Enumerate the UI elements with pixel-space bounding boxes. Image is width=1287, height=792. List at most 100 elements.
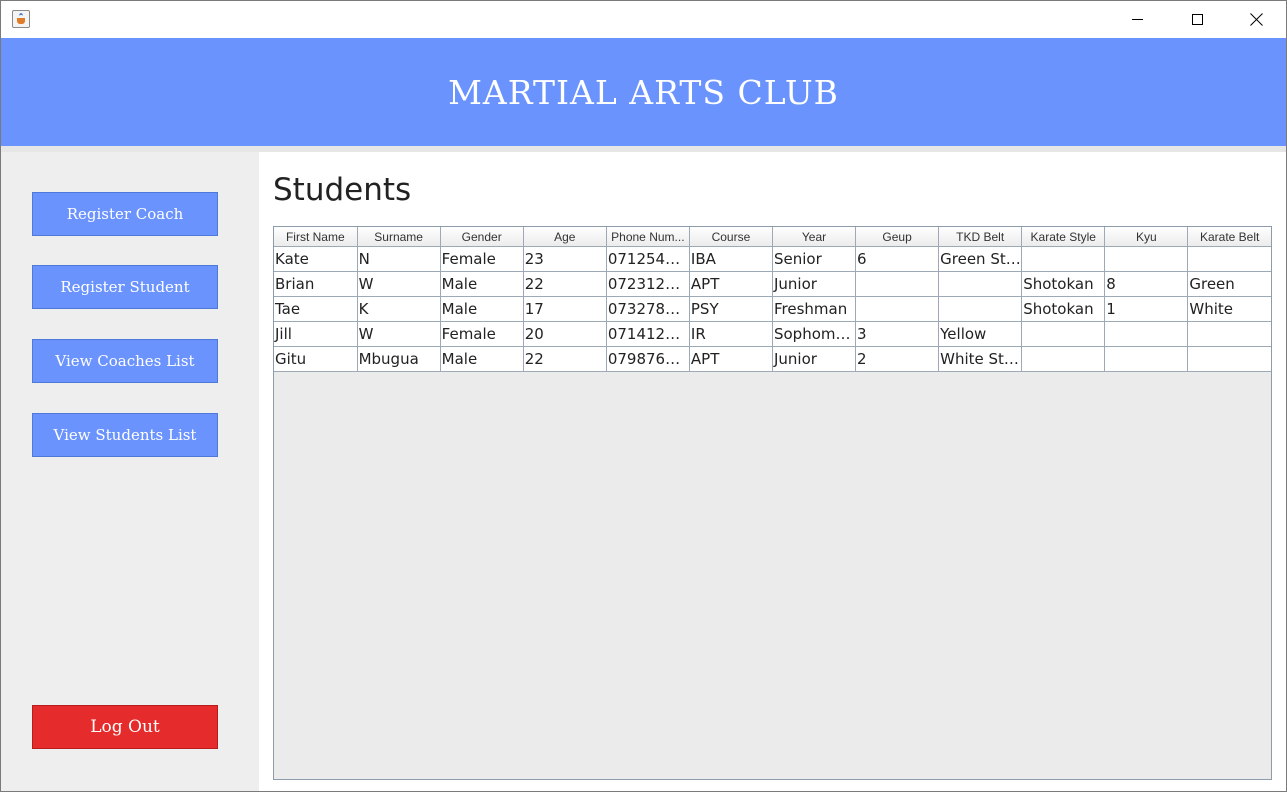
table-row[interactable]: Brian W Male 22 0723123... APT Junior Shotokan 8… xyxy=(274,271,1271,297)
table-cell[interactable]: White xyxy=(1187,296,1271,322)
app-window: MARTIAL ARTS CLUB Register Coach Registe… xyxy=(0,0,1287,792)
table-cell[interactable]: Shotokan xyxy=(1021,271,1106,297)
table-row[interactable]: Tae K Male 17 0732789... PSY Freshman Shotokan 1… xyxy=(274,296,1271,322)
table-row[interactable]: Gitu Mbugua Male 22 0798765... APT Junior 2 Whit… xyxy=(274,346,1271,372)
register-coach-button[interactable]: Register Coach xyxy=(32,192,218,236)
table-cell[interactable]: Junior xyxy=(772,346,857,372)
table-cell[interactable]: W xyxy=(357,321,441,347)
table-cell[interactable] xyxy=(1104,246,1189,272)
column-header[interactable]: Year xyxy=(772,227,857,247)
table-cell[interactable]: Female xyxy=(440,246,524,272)
page-title: Students xyxy=(273,172,412,208)
close-button[interactable] xyxy=(1227,1,1285,38)
table-cell[interactable]: N xyxy=(357,246,441,272)
table-cell[interactable]: 17 xyxy=(523,296,607,322)
table-cell[interactable] xyxy=(1021,346,1106,372)
table-cell[interactable]: White Str... xyxy=(938,346,1023,372)
table-cell[interactable]: W xyxy=(357,271,441,297)
table-cell[interactable]: IBA xyxy=(689,246,773,272)
sidebar: Register Coach Register Student View Coa… xyxy=(1,152,259,791)
column-header[interactable]: TKD Belt xyxy=(938,227,1023,247)
table-cell[interactable] xyxy=(1187,246,1271,272)
table-cell[interactable]: 0712546... xyxy=(606,246,690,272)
column-header[interactable]: Course xyxy=(689,227,773,247)
table-cell[interactable]: Brian xyxy=(274,271,358,297)
table-cell[interactable]: APT xyxy=(689,271,773,297)
register-student-button[interactable]: Register Student xyxy=(32,265,218,309)
table-cell[interactable]: Mbugua xyxy=(357,346,441,372)
view-coaches-list-button[interactable]: View Coaches List xyxy=(32,339,218,383)
java-cup-icon[interactable] xyxy=(12,10,30,28)
table-cell[interactable]: Green Str... xyxy=(938,246,1023,272)
table-cell[interactable]: Green xyxy=(1187,271,1271,297)
table-cell[interactable]: 23 xyxy=(523,246,607,272)
app-header: MARTIAL ARTS CLUB xyxy=(1,38,1286,146)
table-cell[interactable]: Senior xyxy=(772,246,857,272)
table-cell[interactable]: 3 xyxy=(855,321,940,347)
table-cell[interactable] xyxy=(938,271,1023,297)
table-cell[interactable]: Junior xyxy=(772,271,857,297)
table-cell[interactable]: PSY xyxy=(689,296,773,322)
minimize-button[interactable] xyxy=(1108,1,1166,38)
table-cell[interactable]: 0714123... xyxy=(606,321,690,347)
column-header[interactable]: Surname xyxy=(357,227,441,247)
table-cell[interactable] xyxy=(1104,346,1189,372)
table-cell[interactable] xyxy=(1187,346,1271,372)
table-cell[interactable] xyxy=(938,296,1023,322)
close-icon xyxy=(1250,13,1263,26)
column-header[interactable]: Karate Style xyxy=(1021,227,1106,247)
table-cell[interactable]: Male xyxy=(440,346,524,372)
table-cell[interactable]: APT xyxy=(689,346,773,372)
table-cell[interactable]: 0798765... xyxy=(606,346,690,372)
table-cell[interactable] xyxy=(1187,321,1271,347)
table-row[interactable]: Kate N Female 23 0712546... IBA Senior 6 Green S… xyxy=(274,246,1271,272)
table-cell[interactable] xyxy=(855,271,940,297)
table-cell[interactable]: 0723123... xyxy=(606,271,690,297)
log-out-button[interactable]: Log Out xyxy=(32,705,218,749)
table-cell[interactable]: 22 xyxy=(523,271,607,297)
table-cell[interactable] xyxy=(1104,321,1189,347)
view-students-list-button[interactable]: View Students List xyxy=(32,413,218,457)
table-cell[interactable]: Freshman xyxy=(772,296,857,322)
table-cell[interactable]: 20 xyxy=(523,321,607,347)
table-cell[interactable] xyxy=(855,296,940,322)
table-cell[interactable]: 0732789... xyxy=(606,296,690,322)
table-cell[interactable]: 6 xyxy=(855,246,940,272)
table-header-row: First Name Surname Gender Age Phone Num... Co… xyxy=(274,227,1271,247)
app-title: MARTIAL ARTS CLUB xyxy=(448,72,839,112)
table-body: Kate N Female 23 0712546... IBA Senior 6 Green S… xyxy=(274,246,1271,372)
students-table: First Name Surname Gender Age Phone Num... Co… xyxy=(274,227,1271,372)
table-cell[interactable]: Female xyxy=(440,321,524,347)
table-cell[interactable]: IR xyxy=(689,321,773,347)
table-cell[interactable]: Shotokan xyxy=(1021,296,1106,322)
table-cell[interactable]: Yellow xyxy=(938,321,1023,347)
column-header[interactable]: Gender xyxy=(440,227,524,247)
table-cell[interactable]: 8 xyxy=(1104,271,1189,297)
table-cell[interactable]: Male xyxy=(440,271,524,297)
maximize-button[interactable] xyxy=(1168,1,1226,38)
table-cell[interactable]: K xyxy=(357,296,441,322)
table-cell[interactable]: Sophomo... xyxy=(772,321,857,347)
table-cell[interactable]: 22 xyxy=(523,346,607,372)
table-cell[interactable]: Gitu xyxy=(274,346,358,372)
table-cell[interactable]: 1 xyxy=(1104,296,1189,322)
minimize-icon xyxy=(1131,19,1143,20)
column-header[interactable]: First Name xyxy=(274,227,358,247)
column-header[interactable]: Age xyxy=(523,227,607,247)
title-bar xyxy=(1,1,1286,38)
table-cell[interactable] xyxy=(1021,246,1106,272)
students-table-scrollpane[interactable]: First Name Surname Gender Age Phone Num... Co… xyxy=(273,226,1272,780)
table-row[interactable]: Jill W Female 20 0714123... IR Sophomo... 3 Yell… xyxy=(274,321,1271,347)
table-cell[interactable]: Tae xyxy=(274,296,358,322)
table-cell[interactable]: 2 xyxy=(855,346,940,372)
table-cell[interactable]: Kate xyxy=(274,246,358,272)
column-header[interactable]: Phone Num... xyxy=(606,227,690,247)
table-cell[interactable]: Male xyxy=(440,296,524,322)
column-header[interactable]: Geup xyxy=(855,227,940,247)
column-header[interactable]: Kyu xyxy=(1104,227,1189,247)
table-cell[interactable]: Jill xyxy=(274,321,358,347)
main-content: Students First Name Surname Gender Age Phone… xyxy=(259,152,1286,791)
column-header[interactable]: Karate Belt xyxy=(1187,227,1271,247)
table-cell[interactable] xyxy=(1021,321,1106,347)
maximize-icon xyxy=(1191,14,1203,25)
